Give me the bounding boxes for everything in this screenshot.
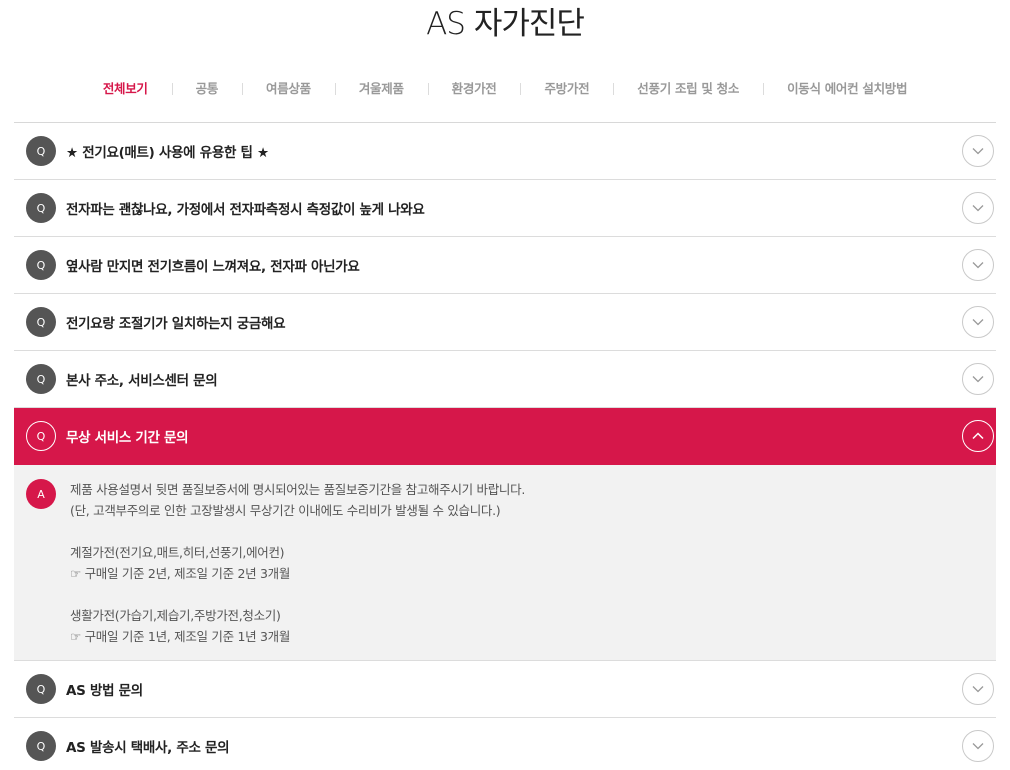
- faq-question[interactable]: 본사 주소, 서비스센터 문의: [66, 369, 218, 389]
- answer-badge: A: [26, 479, 56, 509]
- faq-question[interactable]: 전기요랑 조절기가 일치하는지 궁금해요: [66, 312, 286, 332]
- answer-line: (단, 고객부주의로 인한 고장발생시 무상기간 이내에도 수리비가 발생될 수…: [70, 503, 501, 518]
- chevron-up-icon: [972, 432, 984, 440]
- tab-winter[interactable]: 겨울제품: [334, 77, 428, 101]
- tab-fan-assembly[interactable]: 선풍기 조립 및 청소: [613, 77, 763, 101]
- chevron-down-icon: [972, 205, 984, 212]
- question-badge: Q: [26, 421, 56, 451]
- answer-line: 생활가전(가습기,제습기,주방가전,청소기): [70, 608, 281, 623]
- page-title: AS 자가진단: [426, 6, 585, 42]
- tab-summer[interactable]: 여름상품: [242, 77, 335, 101]
- question-badge: Q: [26, 193, 56, 223]
- chevron-down-icon: [972, 743, 984, 750]
- tab-all[interactable]: 전체보기: [79, 77, 172, 101]
- faq-item[interactable]: Q 옆사람 만지면 전기흐름이 느껴져요, 전자파 아닌가요: [14, 237, 996, 294]
- question-badge: Q: [26, 674, 56, 704]
- question-badge: Q: [26, 136, 56, 166]
- faq-answer: A 제품 사용설명서 뒷면 품질보증서에 명시되어있는 품질보증기간을 참고해주…: [14, 465, 996, 661]
- tab-kitchen[interactable]: 주방가전: [520, 77, 613, 101]
- chevron-down-icon: [972, 148, 984, 155]
- faq-item[interactable]: Q 전기요랑 조절기가 일치하는지 궁금해요: [14, 294, 996, 351]
- faq-question[interactable]: 무상 서비스 기간 문의: [66, 426, 189, 446]
- faq-question[interactable]: 전자파는 괜찮나요, 가정에서 전자파측정시 측정값이 높게 나와요: [66, 198, 425, 218]
- tab-common[interactable]: 공통: [171, 77, 242, 101]
- faq-item-open[interactable]: Q 무상 서비스 기간 문의: [14, 408, 996, 465]
- expand-button[interactable]: [962, 306, 994, 338]
- faq-item[interactable]: Q 본사 주소, 서비스센터 문의: [14, 351, 996, 408]
- answer-line: ☞ 구매일 기준 2년, 제조일 기준 2년 3개월: [70, 566, 291, 581]
- expand-button[interactable]: [962, 192, 994, 224]
- chevron-down-icon: [972, 319, 984, 326]
- tab-portable-ac[interactable]: 이동식 에어컨 설치방법: [763, 77, 931, 101]
- answer-line: 계절가전(전기요,매트,히터,선풍기,에어컨): [70, 545, 285, 560]
- faq-question[interactable]: ★ 전기요(매트) 사용에 유용한 팁 ★: [66, 141, 269, 161]
- expand-button[interactable]: [962, 673, 994, 705]
- faq-item[interactable]: Q ★ 전기요(매트) 사용에 유용한 팁 ★: [14, 123, 996, 180]
- faq-item[interactable]: Q 전자파는 괜찮나요, 가정에서 전자파측정시 측정값이 높게 나와요: [14, 180, 996, 237]
- answer-body: 제품 사용설명서 뒷면 품질보증서에 명시되어있는 품질보증기간을 참고해주시기…: [70, 479, 996, 647]
- tab-environment[interactable]: 환경가전: [427, 77, 521, 101]
- collapse-button[interactable]: [962, 420, 994, 452]
- expand-button[interactable]: [962, 135, 994, 167]
- chevron-down-icon: [972, 686, 984, 693]
- question-badge: Q: [26, 364, 56, 394]
- faq-question[interactable]: AS 방법 문의: [66, 679, 143, 699]
- faq-item[interactable]: Q AS 발송시 택배사, 주소 문의: [14, 718, 996, 770]
- expand-button[interactable]: [962, 363, 994, 395]
- question-badge: Q: [26, 307, 56, 337]
- faq-list: Q ★ 전기요(매트) 사용에 유용한 팁 ★ Q 전자파는 괜찮나요, 가정에…: [14, 122, 996, 770]
- chevron-down-icon: [972, 262, 984, 269]
- expand-button[interactable]: [962, 249, 994, 281]
- category-tabs: 전체보기 공통 여름상품 겨울제품 환경가전 주방가전 선풍기 조립 및 청소 …: [0, 77, 1010, 101]
- answer-line: 제품 사용설명서 뒷면 품질보증서에 명시되어있는 품질보증기간을 참고해주시기…: [70, 482, 525, 497]
- faq-item[interactable]: Q AS 방법 문의: [14, 661, 996, 718]
- faq-question[interactable]: 옆사람 만지면 전기흐름이 느껴져요, 전자파 아닌가요: [66, 255, 360, 275]
- chevron-down-icon: [972, 376, 984, 383]
- faq-question[interactable]: AS 발송시 택배사, 주소 문의: [66, 736, 230, 756]
- answer-line: ☞ 구매일 기준 1년, 제조일 기준 1년 3개월: [70, 629, 291, 644]
- expand-button[interactable]: [962, 730, 994, 762]
- question-badge: Q: [26, 250, 56, 280]
- question-badge: Q: [26, 731, 56, 761]
